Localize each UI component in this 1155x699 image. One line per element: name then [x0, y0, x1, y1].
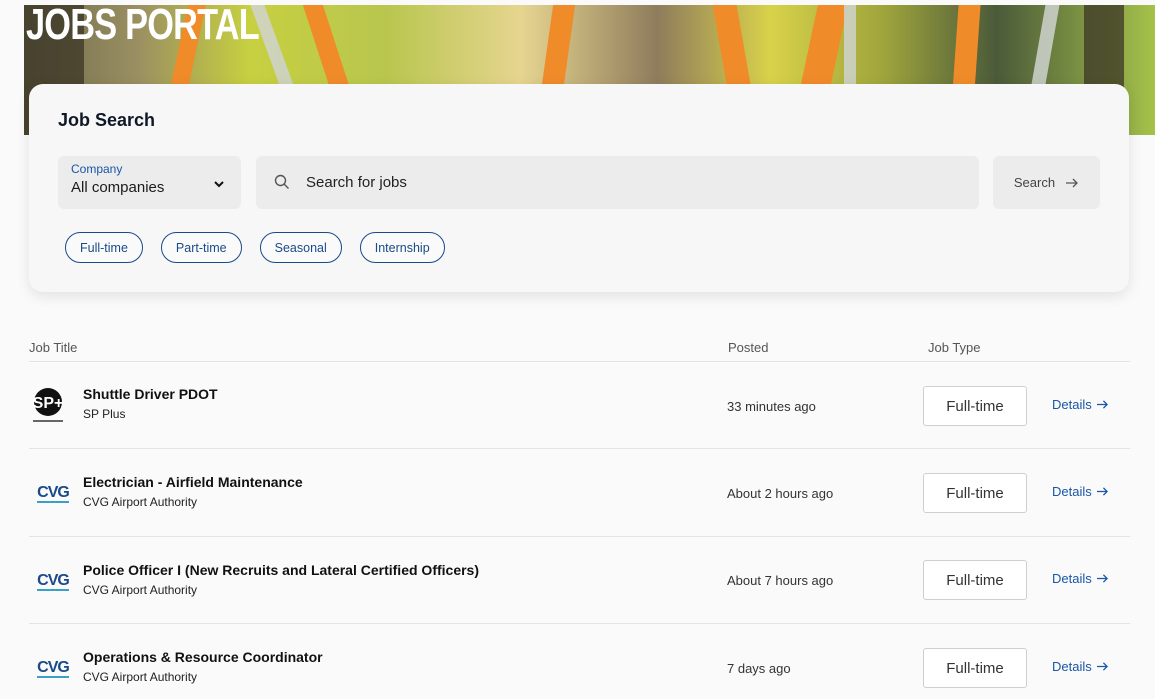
details-link[interactable]: Details	[1052, 571, 1109, 586]
details-link-label: Details	[1052, 659, 1092, 674]
filter-chip-internship[interactable]: Internship	[359, 232, 445, 263]
job-title[interactable]: Electrician - Airfield Maintenance	[83, 474, 303, 490]
cvg-logo-text: CVG	[37, 572, 69, 589]
arrow-right-icon	[1096, 487, 1108, 496]
job-type-badge: Full-time	[923, 473, 1027, 513]
sp-plus-logo: SP+	[33, 388, 64, 422]
search-field[interactable]	[256, 156, 979, 209]
details-link-label: Details	[1052, 571, 1092, 586]
cvg-logo-text: CVG	[37, 659, 69, 676]
search-input[interactable]	[306, 166, 956, 199]
sp-plus-logo-text: SP+	[33, 395, 64, 412]
job-type-badge: Full-time	[923, 648, 1027, 688]
table-row[interactable]: CVG Police Officer I (New Recruits and L…	[29, 537, 1130, 624]
job-title[interactable]: Police Officer I (New Recruits and Later…	[83, 562, 479, 578]
details-link[interactable]: Details	[1052, 484, 1109, 499]
job-company: CVG Airport Authority	[83, 583, 198, 597]
details-link-label: Details	[1052, 397, 1092, 412]
arrow-right-icon	[1096, 574, 1108, 583]
chevron-down-icon	[214, 181, 224, 188]
job-title[interactable]: Operations & Resource Coordinator	[83, 649, 323, 665]
job-posted: 7 days ago	[727, 661, 791, 676]
table-row[interactable]: SP+ Shuttle Driver PDOT SP Plus 33 minut…	[29, 362, 1130, 449]
filter-chip-seasonal[interactable]: Seasonal	[259, 232, 342, 263]
column-header-job-title[interactable]: Job Title	[29, 340, 77, 355]
job-company: CVG Airport Authority	[83, 670, 198, 684]
job-title[interactable]: Shuttle Driver PDOT	[83, 386, 218, 402]
site-logo-title[interactable]: JOBS PORTAL	[26, 3, 260, 47]
column-header-job-type[interactable]: Job Type	[928, 340, 981, 355]
job-posted: About 2 hours ago	[727, 486, 834, 501]
search-button[interactable]: Search	[993, 156, 1100, 209]
job-type-badge: Full-time	[923, 386, 1027, 426]
job-type-filters: Full-time Part-time Seasonal Internship	[65, 232, 445, 263]
company-select[interactable]: Company All companies	[58, 156, 241, 209]
cvg-logo: CVG	[37, 659, 70, 678]
company-select-value: All companies	[71, 179, 165, 196]
table-row[interactable]: CVG Electrician - Airfield Maintenance C…	[29, 449, 1130, 536]
arrow-right-icon	[1066, 178, 1079, 187]
card-heading: Job Search	[58, 110, 156, 130]
details-link[interactable]: Details	[1052, 659, 1109, 674]
arrow-right-icon	[1096, 400, 1108, 409]
company-select-label: Company	[71, 162, 123, 176]
column-header-posted[interactable]: Posted	[728, 340, 768, 355]
job-company: CVG Airport Authority	[83, 495, 198, 509]
job-posted: 33 minutes ago	[727, 399, 816, 414]
search-button-label: Search	[1013, 175, 1056, 190]
job-company: SP Plus	[83, 407, 126, 421]
cvg-logo-text: CVG	[37, 484, 69, 501]
table-row[interactable]: CVG Operations & Resource Coordinator CV…	[29, 624, 1130, 699]
arrow-right-icon	[1096, 662, 1108, 671]
job-posted: About 7 hours ago	[727, 573, 834, 588]
job-type-badge: Full-time	[923, 560, 1027, 600]
details-link[interactable]: Details	[1052, 397, 1109, 412]
cvg-logo: CVG	[37, 572, 70, 591]
job-search-card: Job Search Company All companies Search …	[29, 84, 1129, 292]
search-icon	[274, 174, 289, 189]
filter-chip-full-time[interactable]: Full-time	[65, 232, 143, 263]
cvg-logo: CVG	[37, 484, 70, 503]
details-link-label: Details	[1052, 484, 1092, 499]
filter-chip-part-time[interactable]: Part-time	[160, 232, 242, 263]
